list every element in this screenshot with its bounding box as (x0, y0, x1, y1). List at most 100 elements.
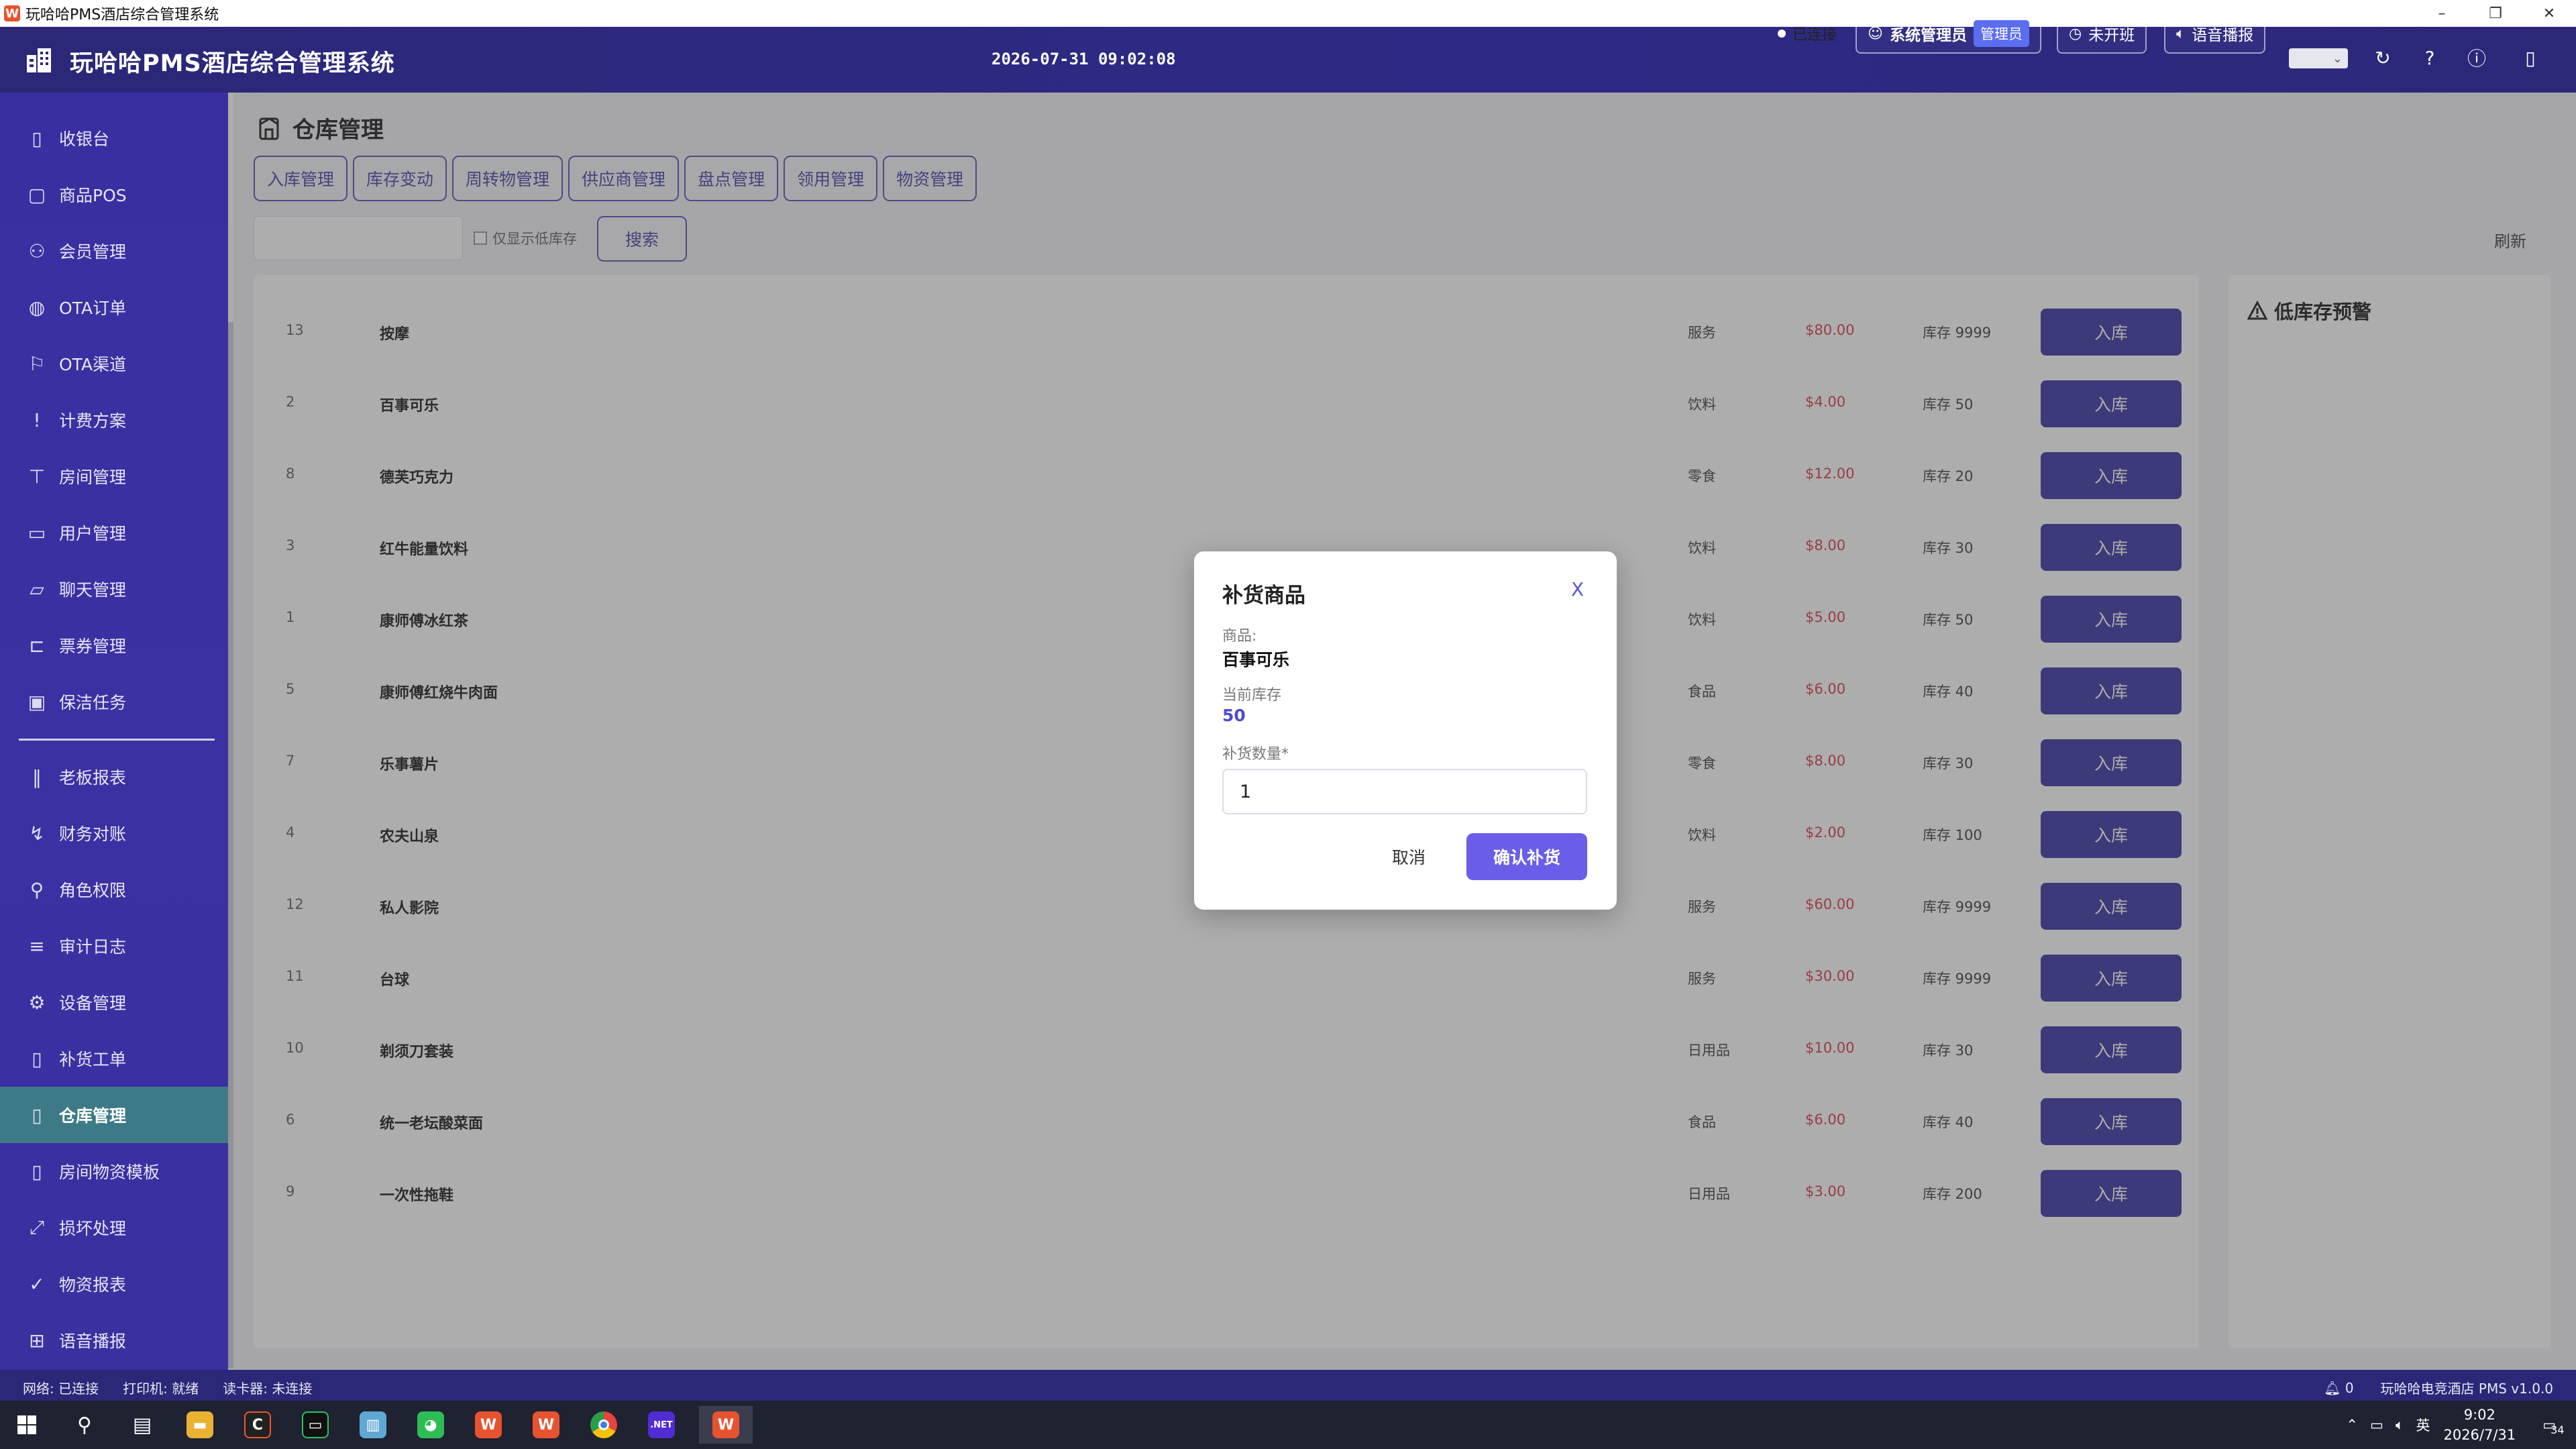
file-explorer-icon[interactable]: ▬ (180, 1406, 220, 1444)
chrome-app-icon[interactable] (584, 1406, 624, 1444)
user-role-label: 系统管理员 (1889, 27, 1967, 44)
sidebar-item-label: 损坏处理 (59, 1219, 127, 1238)
pause-icon: ‖ (32, 765, 42, 788)
restock-qty-input[interactable]: 1 (1222, 769, 1587, 814)
clock-icon: ◷ (2069, 25, 2082, 42)
terminal-app-icon[interactable]: ▭ (295, 1406, 335, 1444)
sidebar-item-1[interactable]: ▢ 商品POS (0, 166, 228, 223)
sidebar-item-16[interactable]: ▯ 补货工单 (0, 1030, 228, 1087)
key-icon: ⚲ (30, 878, 44, 901)
language-select[interactable]: ⌄ (2289, 48, 2348, 68)
sidebar-item-21[interactable]: ⊞ 语音播报 (0, 1312, 228, 1368)
resize-icon: ⤢ (29, 1216, 45, 1238)
user-menu-button[interactable]: ☺ 系统管理员 管理员 (1856, 13, 2041, 54)
folder-glyph: ▬ (186, 1411, 213, 1438)
minimize-button[interactable]: – (2415, 0, 2469, 27)
sidebar-item-2[interactable]: ⚇ 会员管理 (0, 223, 228, 279)
connection-status: 已连接 (1778, 23, 1837, 44)
sidebar-item-label: 收银台 (59, 129, 110, 149)
chat-icon: ▱ (30, 578, 44, 600)
window-title: 玩哈哈PMS酒店综合管理系统 (25, 7, 219, 23)
sidebar-item-7[interactable]: ▭ 用户管理 (0, 504, 228, 561)
notepad-glyph: ▥ (360, 1411, 386, 1438)
restock-dialog: 补货商品 X 商品: 百事可乐 当前库存 50 补货数量* 1 取消 确认补货 (1194, 551, 1617, 910)
dotnet-app-icon[interactable]: .NET (641, 1406, 682, 1444)
sidebar-item-11[interactable]: ‖ 老板报表 (0, 749, 228, 805)
start-button[interactable] (7, 1406, 47, 1444)
grid-icon: ⊞ (29, 1329, 45, 1352)
taskbar-search-icon[interactable]: ⚲ (64, 1406, 105, 1444)
sidebar-item-10[interactable]: ▣ 保洁任务 (0, 674, 228, 730)
confirm-restock-button[interactable]: 确认补货 (1466, 833, 1587, 880)
pms-app-taskbar-icon[interactable]: W (699, 1406, 753, 1444)
close-window-button[interactable]: ✕ (2522, 0, 2576, 27)
current-stock-label: 当前库存 (1222, 687, 1282, 704)
sidebar-item-9[interactable]: ⊏ 票券管理 (0, 617, 228, 674)
voice-broadcast-button[interactable]: 🔈︎ 语音播报 (2164, 13, 2266, 54)
sidebar-item-20[interactable]: ✓ 物资报表 (0, 1256, 228, 1312)
dialog-close-button[interactable]: X (1571, 578, 1584, 600)
wechat-app-icon[interactable]: ◕ (411, 1406, 451, 1444)
doc-icon: ▯ (32, 127, 42, 150)
sidebar-item-label: 补货工单 (59, 1050, 127, 1069)
network-tray-icon[interactable]: ▭ (2370, 1417, 2383, 1433)
help-icon[interactable]: ? (2416, 44, 2443, 71)
dialog-title: 补货商品 (1222, 584, 1305, 608)
sidebar-item-19[interactable]: ⤢ 损坏处理 (0, 1199, 228, 1256)
notepad-app-icon[interactable]: ▥ (353, 1406, 393, 1444)
sidebar-item-15[interactable]: ⚙ 设备管理 (0, 974, 228, 1030)
ide-app-icon[interactable]: C (237, 1406, 278, 1444)
info-icon[interactable]: ⓘ (2463, 44, 2490, 71)
windows-logo-icon (17, 1415, 36, 1434)
notification-indicator[interactable]: 🔔︎ 0 (2324, 1380, 2353, 1396)
sidebar-item-label: 商品POS (59, 186, 127, 205)
wechat-glyph: ◕ (417, 1411, 444, 1438)
terminal-glyph: ▭ (302, 1411, 329, 1438)
app-title: 玩哈哈PMS酒店综合管理系统 (70, 50, 395, 77)
task-view-icon[interactable]: ▤ (122, 1406, 162, 1444)
sidebar-item-12[interactable]: ↯ 财务对账 (0, 805, 228, 861)
shift-button-label: 未开班 (2088, 27, 2135, 44)
app-version: 玩哈哈电竞酒店 PMS v1.0.0 (2380, 1381, 2553, 1397)
bell-icon: 🔔︎ (2324, 1379, 2341, 1396)
role-badge: 管理员 (1973, 20, 2029, 47)
wps-app-icon[interactable]: W (468, 1406, 508, 1444)
current-stock-value: 50 (1222, 706, 1246, 725)
shift-button[interactable]: ◷ 未开班 (2057, 13, 2147, 54)
flash-icon: ↯ (29, 822, 45, 845)
sidebar-item-5[interactable]: ! 计费方案 (0, 392, 228, 448)
sidebar-item-label: 票券管理 (59, 637, 127, 656)
wps-glyph-2: W (533, 1411, 559, 1438)
sidebar-item-0[interactable]: ▯ 收银台 (0, 110, 228, 166)
sidebar-item-8[interactable]: ▱ 聊天管理 (0, 561, 228, 617)
sidebar-item-6[interactable]: ⊤ 房间管理 (0, 448, 228, 504)
header-datetime: 2026-07-31 09:02:08 (991, 50, 1176, 68)
ime-indicator[interactable]: 英 (2416, 1415, 2430, 1435)
connection-status-label: 已连接 (1792, 27, 1837, 44)
refresh-icon[interactable]: ↻ (2369, 44, 2396, 71)
pms-glyph: W (712, 1411, 739, 1438)
sidebar-item-label: 房间物资模板 (59, 1163, 160, 1182)
sidebar-item-label: 保洁任务 (59, 693, 127, 712)
restock-qty-label: 补货数量* (1222, 746, 1289, 763)
window-controls: – ❐ ✕ (2415, 0, 2576, 27)
card-reader-status: 读卡器: 未连接 (223, 1381, 313, 1397)
sidebar-item-18[interactable]: ▯ 房间物资模板 (0, 1143, 228, 1199)
dotnet-glyph: .NET (648, 1411, 675, 1438)
sidebar-item-13[interactable]: ⚲ 角色权限 (0, 861, 228, 918)
mobile-icon[interactable]: ▯ (2517, 44, 2544, 71)
notification-center-icon[interactable]: ▭ 34 (2542, 1417, 2564, 1436)
wps-glyph: W (475, 1411, 502, 1438)
sidebar-item-17[interactable]: ▯ 仓库管理 (0, 1087, 228, 1143)
sidebar-item-label: 计费方案 (59, 411, 127, 431)
status-bar: 网络: 已连接 打印机: 就绪 读卡器: 未连接 🔔︎ 0 玩哈哈电竞酒店 PM… (0, 1370, 2576, 1401)
restore-button[interactable]: ❐ (2469, 0, 2522, 27)
wps-app-icon-2[interactable]: W (526, 1406, 566, 1444)
sidebar-item-4[interactable]: ⚐ OTA渠道 (0, 335, 228, 392)
sidebar-item-14[interactable]: ≡ 审计日志 (0, 918, 228, 974)
taskbar-clock[interactable]: 9:02 2026/7/31 (2443, 1405, 2516, 1445)
cancel-button[interactable]: 取消 (1363, 833, 1454, 880)
volume-tray-icon[interactable]: 🔈︎ (2396, 1417, 2404, 1434)
chevron-up-icon[interactable]: ⌃ (2346, 1417, 2358, 1433)
sidebar-item-3[interactable]: ◍ OTA订单 (0, 279, 228, 335)
